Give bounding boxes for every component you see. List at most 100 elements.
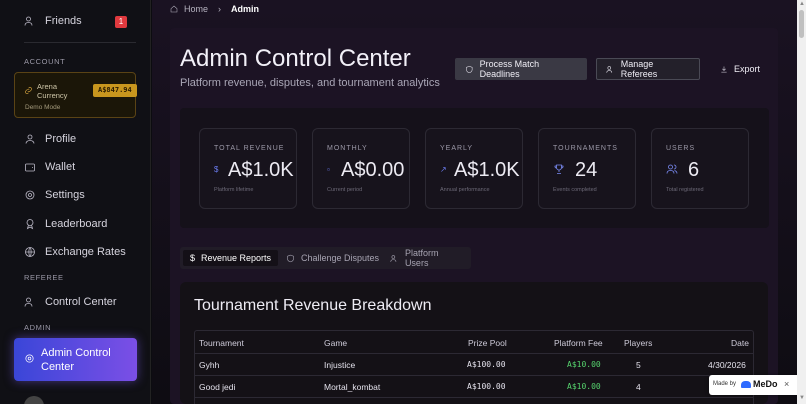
stat-value: A$0.00 [341, 159, 405, 181]
sidebar-item-control-center[interactable]: Control Center [24, 296, 117, 308]
cell-prize-pool: A$100.00 [467, 382, 506, 391]
users-icon [24, 297, 33, 307]
tab-revenue-reports[interactable]: $ Revenue Reports [183, 250, 279, 266]
medo-brand-label: MeDo [753, 379, 778, 389]
award-icon [26, 219, 34, 230]
stat-card-monthly: MONTHLY ▫ A$0.00 Current period [312, 128, 410, 209]
shield-icon [287, 254, 294, 262]
stat-note: Current period [327, 187, 363, 193]
sidebar-item-label: Exchange Rates [45, 246, 126, 258]
column-header-date[interactable]: Date [731, 338, 749, 348]
sidebar: Friends 1 ACCOUNT Arena Currency A$847.9… [0, 0, 151, 404]
users-icon [390, 254, 397, 262]
demo-mode-label: Demo Mode [25, 104, 61, 111]
sidebar-item-wallet[interactable]: Wallet [24, 161, 75, 173]
sidebar-item-exchange-rates[interactable]: Exchange Rates [24, 246, 126, 258]
stat-card-yearly: YEARLY ↗ A$1.0K Annual performance [425, 128, 523, 209]
currency-card[interactable]: Arena Currency A$847.94 Demo Mode [14, 72, 137, 118]
sidebar-item-label: Settings [45, 189, 85, 201]
sidebar-item-profile[interactable]: Profile [24, 133, 76, 145]
sidebar-item-settings[interactable]: Settings [24, 189, 85, 201]
sidebar-item-label: Wallet [45, 161, 76, 173]
export-button[interactable]: Export [710, 58, 770, 80]
scroll-down-icon[interactable]: ▼ [799, 395, 805, 401]
scrollbar[interactable]: ▲ ▼ [797, 0, 806, 404]
globe-icon [25, 247, 35, 257]
stat-card-users: USERS 6 Total registered [651, 128, 749, 209]
stat-value: A$1.0K [228, 159, 294, 181]
wallet-icon [25, 163, 35, 172]
medo-logo-icon [741, 380, 751, 388]
dollar-icon: $ [214, 165, 219, 174]
sidebar-item-label: Profile [45, 133, 77, 145]
tab-label: Revenue Reports [201, 253, 272, 263]
close-icon[interactable]: × [784, 379, 789, 389]
currency-label: Arena Currency [37, 82, 68, 100]
stat-label: TOURNAMENTS [553, 145, 618, 152]
stat-note: Total registered [666, 187, 704, 193]
home-icon [170, 5, 178, 13]
chevron-right-icon: › [218, 4, 222, 14]
shield-icon [466, 65, 473, 73]
stat-value: 6 [688, 159, 700, 181]
stat-label: YEARLY [440, 145, 474, 152]
link-icon [25, 87, 32, 94]
trophy-icon [553, 163, 564, 174]
stat-label: MONTHLY [327, 145, 368, 152]
sidebar-item-label: Leaderboard [45, 218, 108, 230]
users-icon [666, 163, 678, 174]
page-title: Admin Control Center [180, 45, 411, 72]
sidebar-item-admin-control-center[interactable]: Admin Control Center [14, 338, 137, 381]
download-icon [721, 66, 727, 72]
tab-platform-users[interactable]: Platform Users [383, 248, 471, 268]
users-icon [24, 16, 33, 26]
column-header-tournament[interactable]: Tournament [199, 338, 244, 348]
gear-icon [25, 190, 35, 200]
section-label-referee: REFEREE [24, 273, 64, 282]
stat-card-total-revenue: TOTAL REVENUE $ A$1.0K Platform lifetime [199, 128, 297, 209]
page-subtitle: Platform revenue, disputes, and tourname… [180, 77, 440, 89]
process-match-deadlines-button[interactable]: Process Match Deadlines [455, 58, 587, 80]
currency-amount: A$847.94 [93, 84, 137, 97]
column-header-platform-fee[interactable]: Platform Fee [554, 338, 603, 348]
tab-label: Platform Users [404, 248, 439, 268]
sidebar-item-friends[interactable]: Friends [24, 15, 82, 27]
medo-brand: MeDo [741, 379, 778, 389]
tab-label: Challenge Disputes [301, 253, 380, 263]
scroll-up-icon[interactable]: ▲ [799, 1, 805, 7]
button-label: Manage Referees [620, 59, 658, 79]
users-icon [606, 65, 613, 73]
stat-label: TOTAL REVENUE [214, 145, 285, 152]
stat-value: A$1.0K [454, 159, 520, 181]
stat-card-tournaments: TOURNAMENTS 24 Events completed [538, 128, 636, 209]
calendar-icon: ▫ [327, 165, 330, 174]
row-divider [194, 397, 754, 398]
manage-referees-button[interactable]: Manage Referees [596, 58, 700, 80]
stat-value: 24 [575, 159, 598, 181]
sidebar-item-label: Friends [45, 15, 82, 27]
cell-platform-fee: A$10.00 [567, 360, 601, 369]
dollar-icon: $ [190, 253, 196, 263]
stat-note: Events completed [553, 187, 597, 193]
button-label: Process Match Deadlines [479, 59, 540, 79]
column-header-players[interactable]: Players [624, 338, 652, 348]
cell-platform-fee: A$10.00 [567, 382, 601, 391]
gear-icon [25, 354, 34, 363]
breadcrumb-current: Admin [231, 4, 260, 14]
breadcrumb-home[interactable]: Home [184, 4, 208, 14]
cell-tournament: Good jedi [199, 382, 236, 392]
cell-game: Mortal_kombat [324, 382, 381, 392]
scrollbar-thumb[interactable] [799, 10, 804, 38]
made-by-label: Made by [713, 381, 737, 387]
table-title: Tournament Revenue Breakdown [194, 297, 432, 314]
avatar[interactable] [24, 396, 44, 404]
column-header-prize-pool[interactable]: Prize Pool [468, 338, 507, 348]
tab-challenge-disputes[interactable]: Challenge Disputes [279, 250, 386, 266]
row-divider [194, 375, 754, 376]
sidebar-item-label: Admin Control Center [41, 347, 111, 373]
sidebar-item-leaderboard[interactable]: Leaderboard [24, 218, 107, 230]
sidebar-item-label: Control Center [45, 296, 117, 308]
column-header-game[interactable]: Game [324, 338, 347, 348]
section-label-account: ACCOUNT [24, 57, 66, 66]
made-by-medo-badge[interactable]: Made by MeDo × [709, 375, 801, 395]
